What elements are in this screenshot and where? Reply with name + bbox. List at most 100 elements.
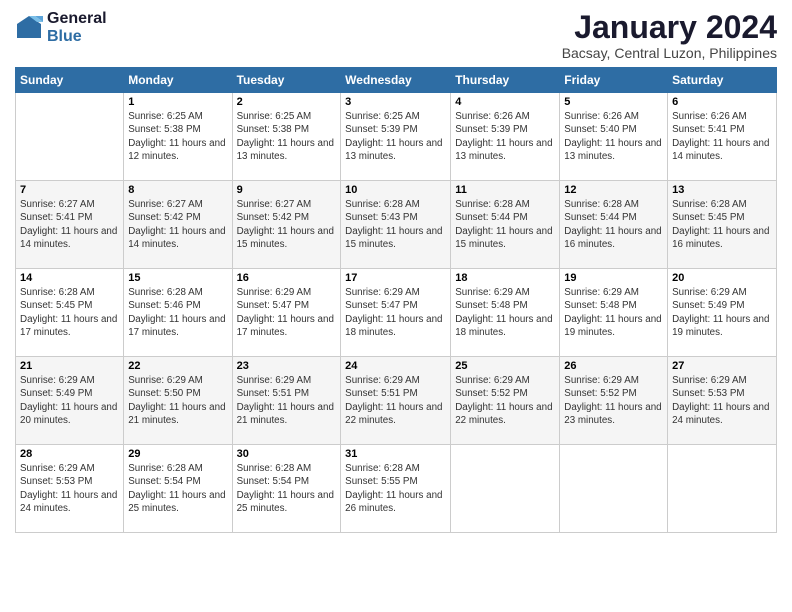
day-number: 9 xyxy=(237,184,337,196)
calendar-cell: 1Sunrise: 6:25 AMSunset: 5:38 PMDaylight… xyxy=(124,93,232,181)
day-number: 6 xyxy=(672,96,772,108)
calendar-cell: 14 Sunrise: 6:28 AMSunset: 5:45 PMDayligh… xyxy=(16,269,124,357)
day-info: Sunrise: 6:29 AMSunset: 5:47 PMDaylight:… xyxy=(345,286,446,339)
calendar-week-row: 1 Sunrise: 6:25 AMSunset: 5:38 PMDaylight… xyxy=(16,93,777,181)
calendar-week-row: 7Sunrise: 6:27 AMSunset: 5:41 PMDaylight… xyxy=(16,181,777,269)
title-block: January 2024 Bacsay, Central Luzon, Phil… xyxy=(562,10,777,61)
day-number: 14 xyxy=(20,272,119,284)
day-info: Sunrise: 6:28 AMSunset: 5:54 PMDaylight:… xyxy=(128,462,227,515)
day-header-monday: Monday xyxy=(124,68,232,93)
day-info: Sunrise: 6:28 AMSunset: 5:45 PMDaylight:… xyxy=(672,198,772,251)
day-number: 25 xyxy=(455,360,555,372)
day-header-saturday: Saturday xyxy=(668,68,777,93)
calendar-cell: 29 Sunrise: 6:28 AMSunset: 5:54 PMDayligh… xyxy=(124,445,232,533)
calendar-week-row: 14 Sunrise: 6:28 AMSunset: 5:45 PMDayligh… xyxy=(16,269,777,357)
day-info: Sunrise: 6:29 AMSunset: 5:53 PMDaylight:… xyxy=(20,462,119,515)
calendar-week-row: 28 Sunrise: 6:29 AMSunset: 5:53 PMDayligh… xyxy=(16,445,777,533)
day-info: Sunrise: 6:29 AMSunset: 5:50 PMDaylight:… xyxy=(128,374,227,427)
calendar-cell: 28 Sunrise: 6:29 AMSunset: 5:53 PMDayligh… xyxy=(16,445,124,533)
day-number: 15 xyxy=(128,272,227,284)
calendar-cell: 21 Sunrise: 6:29 AMSunset: 5:49 PMDayligh… xyxy=(16,357,124,445)
calendar-cell: 15 Sunrise: 6:28 AMSunset: 5:46 PMDayligh… xyxy=(124,269,232,357)
calendar-cell: 12 Sunrise: 6:28 AMSunset: 5:44 PMDayligh… xyxy=(560,181,668,269)
day-number: 19 xyxy=(564,272,663,284)
calendar-cell: 4 Sunrise: 6:26 AMSunset: 5:39 PMDaylight… xyxy=(451,93,560,181)
day-header-tuesday: Tuesday xyxy=(232,68,341,93)
day-number: 11 xyxy=(455,184,555,196)
day-number: 17 xyxy=(345,272,446,284)
calendar-cell xyxy=(668,445,777,533)
day-number: 8 xyxy=(128,184,227,196)
day-header-sunday: Sunday xyxy=(16,68,124,93)
calendar-table: SundayMondayTuesdayWednesdayThursdayFrid… xyxy=(15,67,777,533)
calendar-cell: 17 Sunrise: 6:29 AMSunset: 5:47 PMDayligh… xyxy=(341,269,451,357)
page-header: General Blue January 2024 Bacsay, Centra… xyxy=(15,10,777,61)
day-info: Sunrise: 6:27 AMSunset: 5:42 PMDaylight:… xyxy=(237,198,337,251)
day-info: Sunrise: 6:29 AMSunset: 5:53 PMDaylight:… xyxy=(672,374,772,427)
day-header-thursday: Thursday xyxy=(451,68,560,93)
calendar-cell: 2 Sunrise: 6:25 AMSunset: 5:38 PMDaylight… xyxy=(232,93,341,181)
day-info: Sunrise: 6:25 AMSunset: 5:38 PMDaylight:… xyxy=(237,110,337,163)
calendar-cell: 5 Sunrise: 6:26 AMSunset: 5:40 PMDaylight… xyxy=(560,93,668,181)
main-title: January 2024 xyxy=(562,10,777,45)
subtitle: Bacsay, Central Luzon, Philippines xyxy=(562,45,777,61)
calendar-cell: 20 Sunrise: 6:29 AMSunset: 5:49 PMDayligh… xyxy=(668,269,777,357)
day-number: 26 xyxy=(564,360,663,372)
day-info: Sunrise: 6:29 AMSunset: 5:51 PMDaylight:… xyxy=(345,374,446,427)
day-number: 4 xyxy=(455,96,555,108)
day-info: Sunrise: 6:29 AMSunset: 5:49 PMDaylight:… xyxy=(20,374,119,427)
day-info: Sunrise: 6:26 AMSunset: 5:39 PMDaylight:… xyxy=(455,110,555,163)
day-info: Sunrise: 6:29 AMSunset: 5:49 PMDaylight:… xyxy=(672,286,772,339)
calendar-header-row: SundayMondayTuesdayWednesdayThursdayFrid… xyxy=(16,68,777,93)
day-info: Sunrise: 6:29 AMSunset: 5:51 PMDaylight:… xyxy=(237,374,337,427)
day-number: 16 xyxy=(237,272,337,284)
day-number: 21 xyxy=(20,360,119,372)
logo-text: General Blue xyxy=(47,10,107,46)
calendar-cell: 11 Sunrise: 6:28 AMSunset: 5:44 PMDayligh… xyxy=(451,181,560,269)
calendar-cell: 16 Sunrise: 6:29 AMSunset: 5:47 PMDayligh… xyxy=(232,269,341,357)
day-number: 5 xyxy=(564,96,663,108)
calendar-cell xyxy=(560,445,668,533)
calendar-cell: 10 Sunrise: 6:28 AMSunset: 5:43 PMDayligh… xyxy=(341,181,451,269)
calendar-cell: 8Sunrise: 6:27 AMSunset: 5:42 PMDaylight… xyxy=(124,181,232,269)
day-number: 20 xyxy=(672,272,772,284)
day-info: Sunrise: 6:26 AMSunset: 5:40 PMDaylight:… xyxy=(564,110,663,163)
calendar-cell xyxy=(16,93,124,181)
day-number: 30 xyxy=(237,448,337,460)
day-info: Sunrise: 6:28 AMSunset: 5:44 PMDaylight:… xyxy=(455,198,555,251)
day-number: 10 xyxy=(345,184,446,196)
day-number: 23 xyxy=(237,360,337,372)
day-number: 7 xyxy=(20,184,119,196)
day-info: Sunrise: 6:29 AMSunset: 5:48 PMDaylight:… xyxy=(564,286,663,339)
day-info: Sunrise: 6:28 AMSunset: 5:44 PMDaylight:… xyxy=(564,198,663,251)
calendar-cell: 7Sunrise: 6:27 AMSunset: 5:41 PMDaylight… xyxy=(16,181,124,269)
day-info: Sunrise: 6:28 AMSunset: 5:45 PMDaylight:… xyxy=(20,286,119,339)
calendar-cell: 31Sunrise: 6:28 AMSunset: 5:55 PMDayligh… xyxy=(341,445,451,533)
day-number: 31 xyxy=(345,448,446,460)
day-info: Sunrise: 6:28 AMSunset: 5:46 PMDaylight:… xyxy=(128,286,227,339)
calendar-week-row: 21 Sunrise: 6:29 AMSunset: 5:49 PMDayligh… xyxy=(16,357,777,445)
logo-icon xyxy=(15,14,43,42)
calendar-cell: 24Sunrise: 6:29 AMSunset: 5:51 PMDayligh… xyxy=(341,357,451,445)
day-number: 28 xyxy=(20,448,119,460)
day-number: 12 xyxy=(564,184,663,196)
day-info: Sunrise: 6:29 AMSunset: 5:47 PMDaylight:… xyxy=(237,286,337,339)
day-info: Sunrise: 6:28 AMSunset: 5:54 PMDaylight:… xyxy=(237,462,337,515)
day-info: Sunrise: 6:28 AMSunset: 5:43 PMDaylight:… xyxy=(345,198,446,251)
day-number: 1 xyxy=(128,96,227,108)
day-number: 13 xyxy=(672,184,772,196)
calendar-cell: 22 Sunrise: 6:29 AMSunset: 5:50 PMDayligh… xyxy=(124,357,232,445)
calendar-cell: 27Sunrise: 6:29 AMSunset: 5:53 PMDayligh… xyxy=(668,357,777,445)
calendar-cell: 9 Sunrise: 6:27 AMSunset: 5:42 PMDaylight… xyxy=(232,181,341,269)
calendar-cell: 18Sunrise: 6:29 AMSunset: 5:48 PMDayligh… xyxy=(451,269,560,357)
calendar-cell: 25 Sunrise: 6:29 AMSunset: 5:52 PMDayligh… xyxy=(451,357,560,445)
day-number: 2 xyxy=(237,96,337,108)
day-info: Sunrise: 6:29 AMSunset: 5:52 PMDaylight:… xyxy=(564,374,663,427)
calendar-cell: 19 Sunrise: 6:29 AMSunset: 5:48 PMDayligh… xyxy=(560,269,668,357)
logo: General Blue xyxy=(15,10,107,46)
day-info: Sunrise: 6:29 AMSunset: 5:52 PMDaylight:… xyxy=(455,374,555,427)
day-number: 29 xyxy=(128,448,227,460)
day-number: 3 xyxy=(345,96,446,108)
day-number: 22 xyxy=(128,360,227,372)
day-header-wednesday: Wednesday xyxy=(341,68,451,93)
